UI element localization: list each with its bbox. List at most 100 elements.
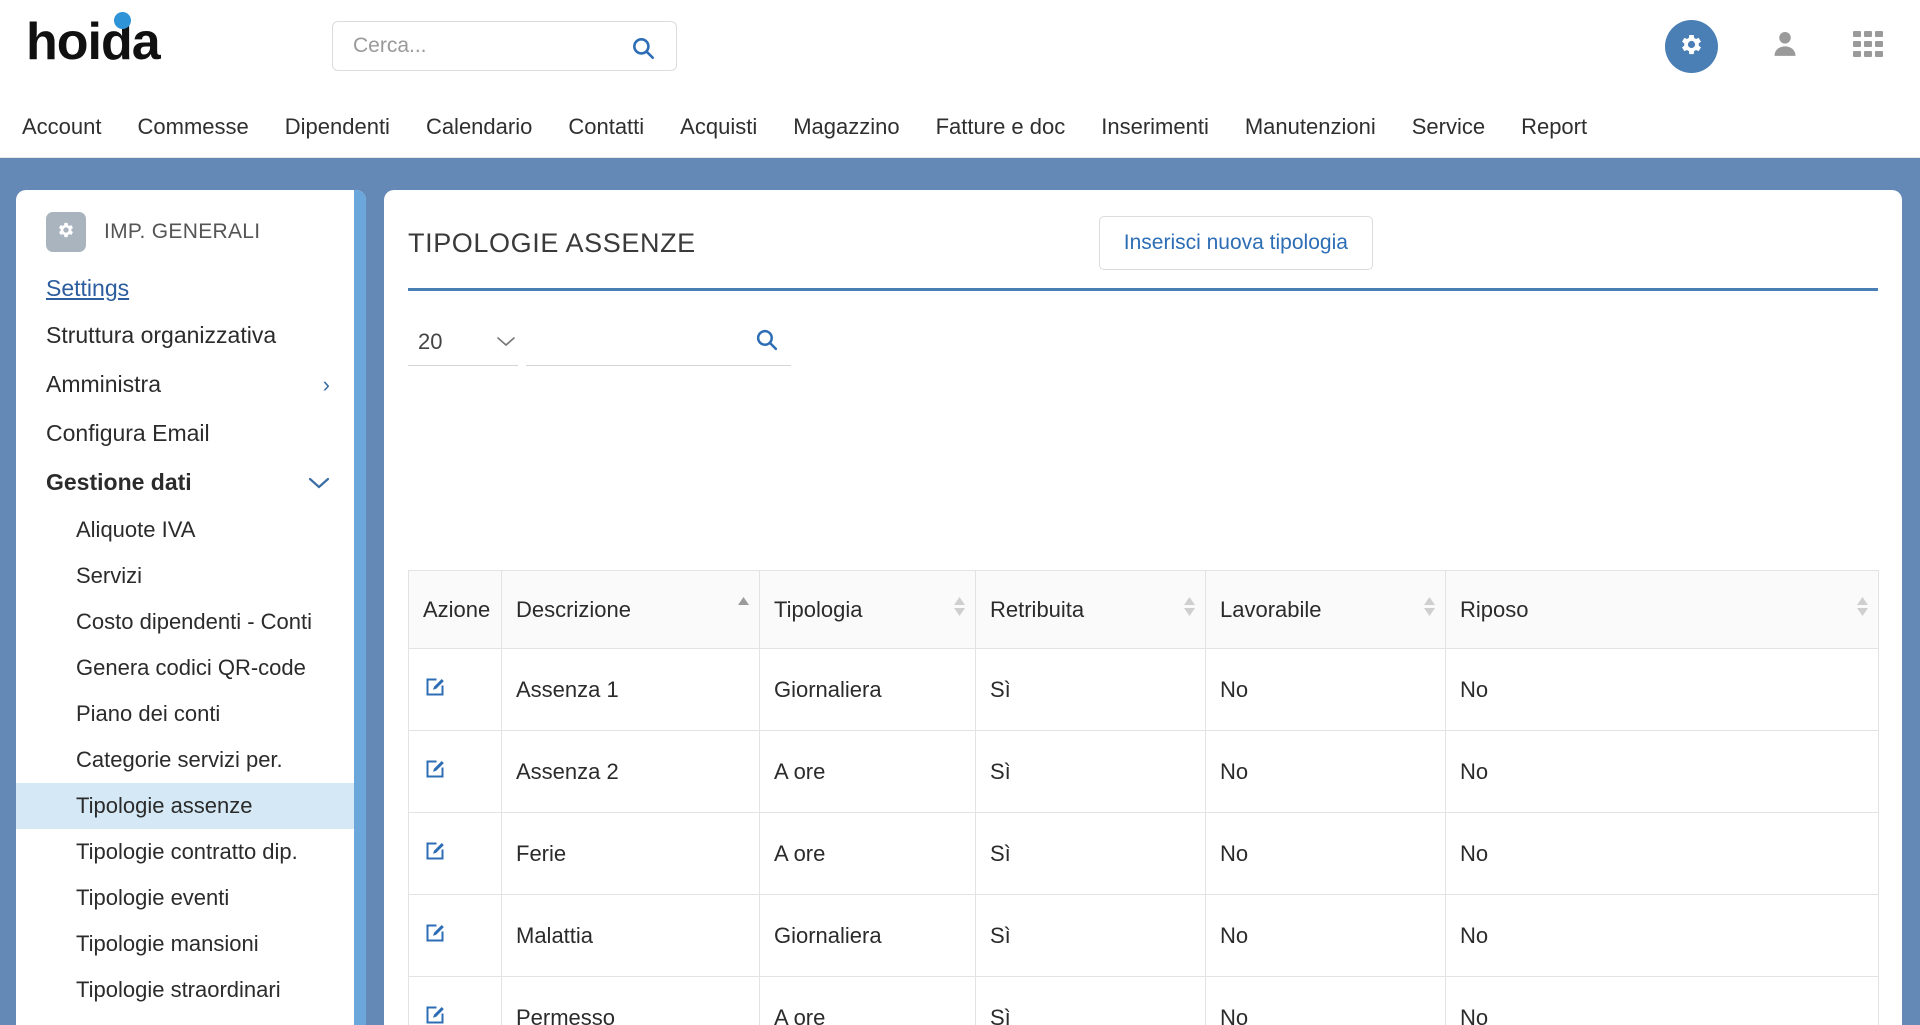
table-row: Assenza 2 A ore Sì No No — [408, 730, 1879, 813]
cell-azione — [408, 976, 502, 1025]
nav-item-service[interactable]: Service — [1412, 114, 1485, 140]
table-row: Assenza 1 Giornaliera Sì No No — [408, 648, 1879, 731]
cell-descrizione: Malattia — [501, 894, 760, 977]
nav-item-fatture-e-doc[interactable]: Fatture e doc — [936, 114, 1066, 140]
global-search[interactable] — [332, 21, 677, 71]
cell-azione — [408, 894, 502, 977]
cell-descrizione: Ferie — [501, 812, 760, 895]
chevron-right-icon: › — [322, 371, 330, 397]
nav-item-acquisti[interactable]: Acquisti — [680, 114, 757, 140]
sort-none-icon[interactable] — [1424, 597, 1435, 616]
column-header-label: Tipologia — [774, 596, 863, 622]
cell-riposo: No — [1445, 976, 1879, 1025]
nav-item-magazzino[interactable]: Magazzino — [793, 114, 899, 140]
sidebar-item-piano-dei-conti[interactable]: Piano dei conti — [16, 691, 354, 737]
nav-item-manutenzioni[interactable]: Manutenzioni — [1245, 114, 1376, 140]
sort-none-icon[interactable] — [954, 597, 965, 616]
sort-none-icon[interactable] — [1857, 597, 1868, 616]
cell-riposo: No — [1445, 894, 1879, 977]
table-body: Assenza 1 Giornaliera Sì No No Assenza 2… — [408, 648, 1879, 1025]
brand-logo-text: hoida — [26, 13, 161, 71]
nav-item-dipendenti[interactable]: Dipendenti — [285, 114, 390, 140]
insert-new-type-button[interactable]: Inserisci nuova tipologia — [1098, 216, 1373, 270]
sidebar-item-tipologie-straordinari[interactable]: Tipologie straordinari — [16, 967, 354, 1013]
account-button[interactable] — [1770, 28, 1800, 65]
column-header-riposo[interactable]: Riposo — [1445, 570, 1879, 649]
edit-icon[interactable] — [423, 1006, 447, 1025]
edit-icon[interactable] — [423, 842, 447, 868]
cell-riposo: No — [1445, 648, 1879, 731]
nav-item-contatti[interactable]: Contatti — [568, 114, 644, 140]
top-bar-icons — [1665, 20, 1884, 73]
cell-retribuita: Sì — [975, 976, 1206, 1025]
sidebar-item-aliquote-iva[interactable]: Aliquote IVA — [16, 507, 354, 553]
sidebar-header: IMP. GENERALI — [16, 190, 354, 266]
sidebar-item-amministra[interactable]: Amministra › — [16, 360, 354, 409]
search-icon[interactable] — [630, 35, 656, 66]
cell-tipologia: A ore — [759, 730, 976, 813]
sidebar-item-settings[interactable]: Settings — [16, 266, 354, 311]
cell-riposo: No — [1445, 730, 1879, 813]
column-header-lavorabile[interactable]: Lavorabile — [1205, 570, 1446, 649]
sidebar-item-struttura-organizzativa[interactable]: Struttura organizzativa — [16, 311, 354, 360]
sidebar-item-gestione-dati[interactable]: Gestione dati — [16, 458, 354, 507]
table-search[interactable] — [489, 323, 791, 366]
cell-azione — [408, 812, 502, 895]
column-header-descrizione[interactable]: Descrizione — [501, 570, 760, 649]
sidebar-item-label: Configura Email — [46, 420, 210, 446]
edit-icon[interactable] — [423, 924, 447, 950]
column-header-retribuita[interactable]: Retribuita — [975, 570, 1206, 649]
nav-item-calendario[interactable]: Calendario — [426, 114, 532, 140]
cell-lavorabile: No — [1205, 894, 1446, 977]
cell-retribuita: Sì — [975, 648, 1206, 731]
sort-ascending-icon[interactable] — [738, 597, 749, 605]
nav-item-report[interactable]: Report — [1521, 114, 1587, 140]
cell-azione — [408, 648, 502, 731]
apps-button[interactable] — [1852, 28, 1884, 65]
cell-tipologia: A ore — [759, 812, 976, 895]
table-search-input[interactable] — [489, 330, 754, 354]
cell-retribuita: Sì — [975, 730, 1206, 813]
cell-retribuita: Sì — [975, 894, 1206, 977]
sidebar-item-categorie-servizi-per[interactable]: Categorie servizi per. — [16, 737, 354, 783]
edit-icon[interactable] — [423, 760, 447, 786]
nav-item-inserimenti[interactable]: Inserimenti — [1101, 114, 1209, 140]
sort-none-icon[interactable] — [1184, 597, 1195, 616]
sidebar-item-tipologie-eventi[interactable]: Tipologie eventi — [16, 875, 354, 921]
cell-retribuita: Sì — [975, 812, 1206, 895]
search-input[interactable] — [353, 34, 603, 58]
cell-riposo: No — [1445, 812, 1879, 895]
chevron-down-icon — [308, 472, 330, 494]
settings-button[interactable] — [1665, 20, 1718, 73]
main-header: TIPOLOGIE ASSENZE Inserisci nuova tipolo… — [408, 190, 1878, 291]
sidebar-item-genera-codici-qr-code[interactable]: Genera codici QR-code — [16, 645, 354, 691]
sidebar-item-servizi[interactable]: Servizi — [16, 553, 354, 599]
brand-logo[interactable]: hoida — [26, 12, 161, 71]
cell-tipologia: A ore — [759, 976, 976, 1025]
cell-descrizione: Permesso — [501, 976, 760, 1025]
sidebar-content: IMP. GENERALI Settings Struttura organiz… — [16, 190, 354, 1025]
cell-lavorabile: No — [1205, 648, 1446, 731]
sidebar-scrollbar[interactable] — [354, 190, 366, 1025]
table-header: Azione Descrizione Tipologia Retribuita — [408, 570, 1879, 649]
gear-icon — [56, 220, 76, 245]
edit-icon[interactable] — [423, 678, 447, 704]
column-header-tipologia[interactable]: Tipologia — [759, 570, 976, 649]
sidebar-item-costo-dipendenti-conti[interactable]: Costo dipendenti - Conti — [16, 599, 354, 645]
nav-item-commesse[interactable]: Commesse — [138, 114, 249, 140]
sidebar-item-label: Amministra — [46, 371, 162, 397]
column-header-label: Descrizione — [516, 596, 631, 622]
search-icon[interactable] — [754, 327, 779, 357]
column-header-azione: Azione — [408, 570, 502, 649]
sidebar-item-tipologie-assenze[interactable]: Tipologie assenze — [16, 783, 354, 829]
absence-types-table: Azione Descrizione Tipologia Retribuita — [408, 570, 1879, 1025]
nav-item-account[interactable]: Account — [22, 114, 102, 140]
table-row: Ferie A ore Sì No No — [408, 812, 1879, 895]
sidebar-item-tipologie-contratto-dip[interactable]: Tipologie contratto dip. — [16, 829, 354, 875]
sidebar-item-configura-email[interactable]: Configura Email — [16, 409, 354, 458]
gear-icon — [1678, 31, 1705, 63]
sidebar-item-tipologie-mansioni[interactable]: Tipologie mansioni — [16, 921, 354, 967]
sidebar-item-label: Gestione dati — [46, 469, 192, 495]
table-toolbar: 20 — [408, 323, 1902, 366]
cell-tipologia: Giornaliera — [759, 648, 976, 731]
